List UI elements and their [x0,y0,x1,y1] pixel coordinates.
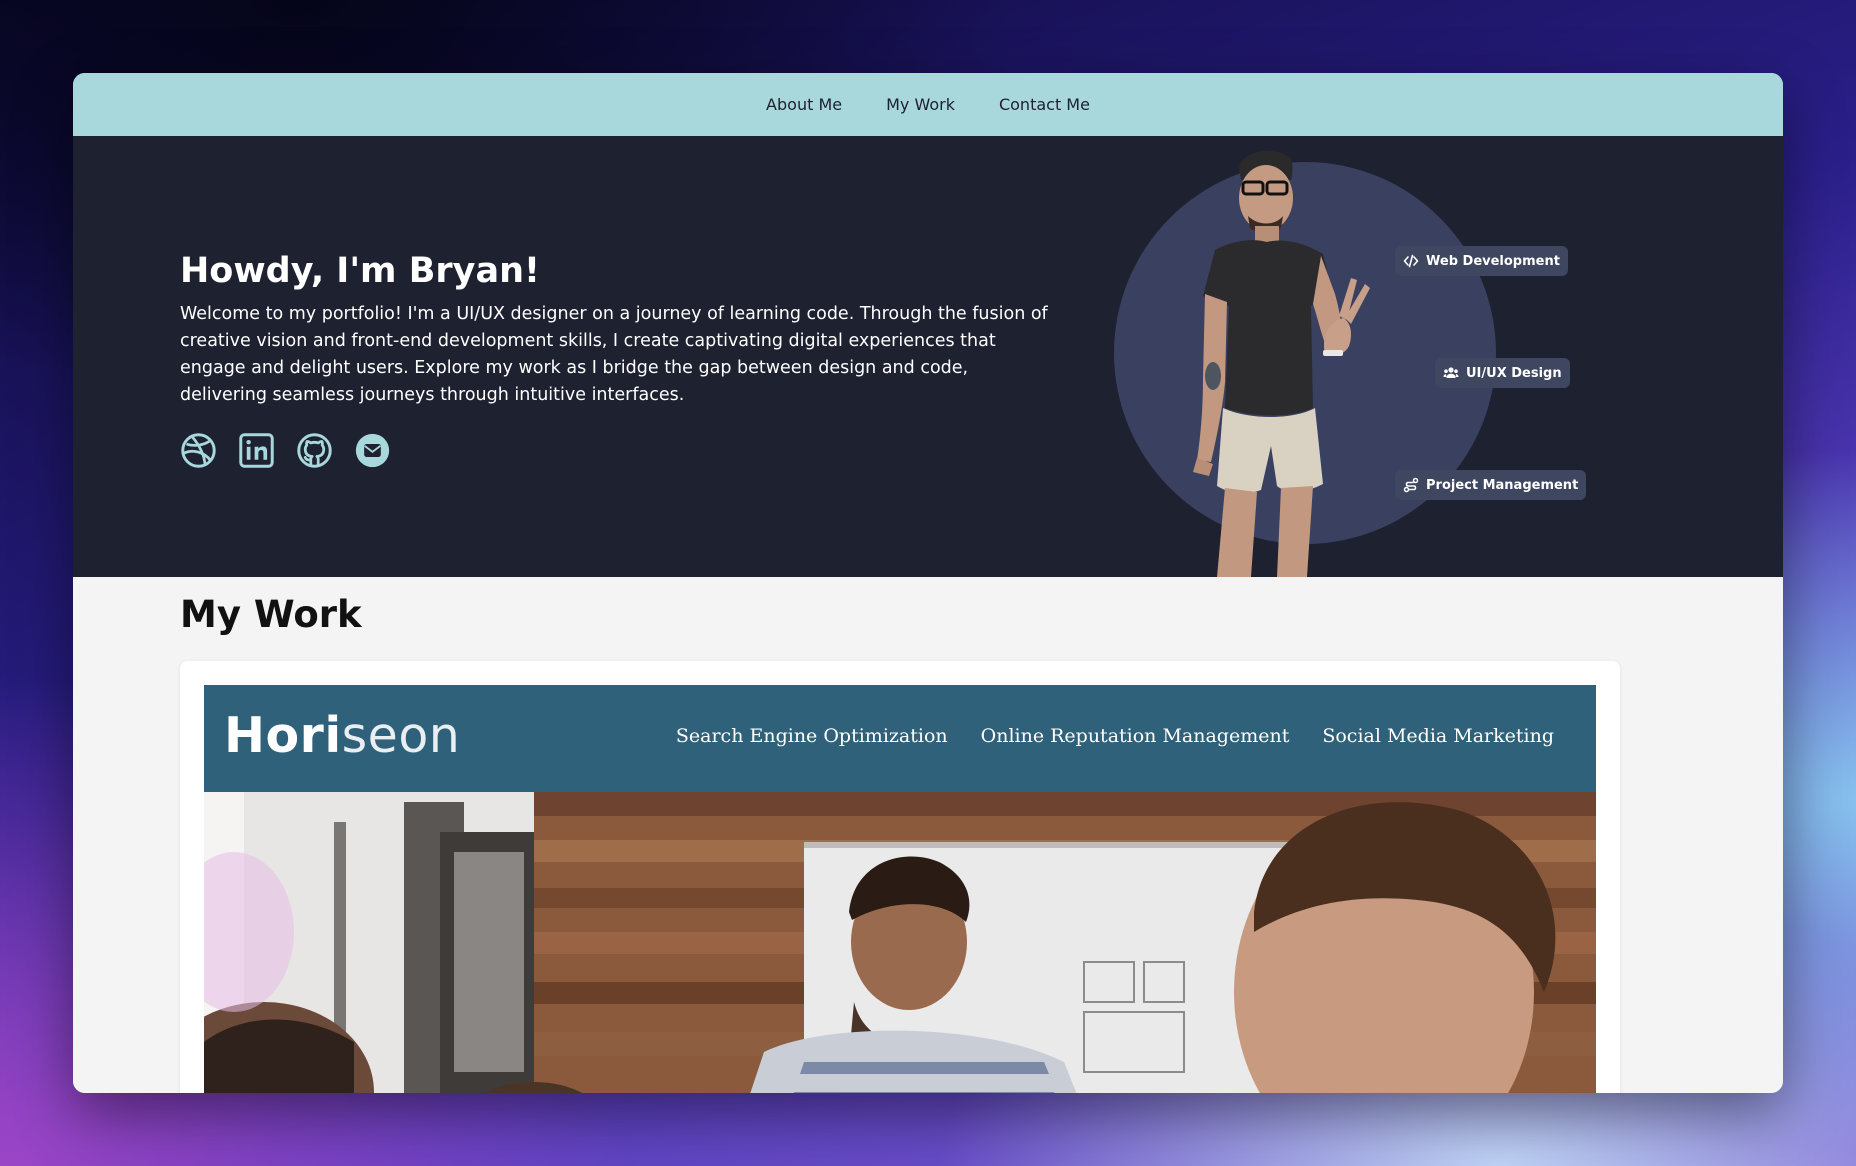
github-link[interactable] [296,432,333,469]
dribbble-icon [181,433,216,468]
linkedin-icon [239,433,274,468]
badge-label: UI/UX Design [1466,365,1562,381]
project-screenshot[interactable]: Horiseon Search Engine Optimization Onli… [204,685,1596,1093]
project-logo-bold: Hori [224,707,342,764]
nav-contact-me[interactable]: Contact Me [999,95,1090,114]
section-title: My Work [180,593,362,636]
hero-section: Howdy, I'm Bryan! Welcome to my portfoli… [73,136,1783,577]
email-icon [355,433,390,468]
project-nav-social: Social Media Marketing [1322,725,1554,747]
hero-description: Welcome to my portfolio! I'm a UI/UX des… [180,304,1048,405]
route-icon [1403,477,1419,493]
social-links [180,432,391,469]
project-nav-reputation: Online Reputation Management [980,725,1290,747]
project-header: Horiseon Search Engine Optimization Onli… [204,685,1596,792]
project-nav: Search Engine Optimization Online Reputa… [676,725,1554,747]
my-work-section: My Work Horiseon Search Engine Optimizat… [73,577,1783,1093]
nav-about-me[interactable]: About Me [766,95,842,114]
project-hero-photo [204,792,1596,1093]
browser-window: About Me My Work Contact Me Howdy, I'm B… [73,73,1783,1093]
code-icon [1403,254,1419,268]
project-logo: Horiseon [224,711,460,760]
badge-label: Web Development [1426,253,1560,269]
badge-project-management: Project Management [1395,470,1587,500]
profile-photo [1193,150,1370,577]
badge-label: Project Management [1426,477,1579,493]
users-icon [1443,367,1459,378]
email-link[interactable] [354,432,391,469]
linkedin-link[interactable] [238,432,275,469]
hero-text: Howdy, I'm Bryan! Welcome to my portfoli… [180,251,1060,409]
top-navigation: About Me My Work Contact Me [73,73,1783,136]
nav-my-work[interactable]: My Work [886,95,955,114]
project-logo-light: seon [341,707,461,764]
github-icon [297,433,332,468]
project-nav-seo: Search Engine Optimization [675,725,948,747]
dribbble-link[interactable] [180,432,217,469]
badge-ui-ux-design: UI/UX Design [1435,358,1570,388]
badge-web-development: Web Development [1395,246,1568,276]
hero-title: Howdy, I'm Bryan! [180,251,540,291]
project-card[interactable]: Horiseon Search Engine Optimization Onli… [180,661,1620,1093]
